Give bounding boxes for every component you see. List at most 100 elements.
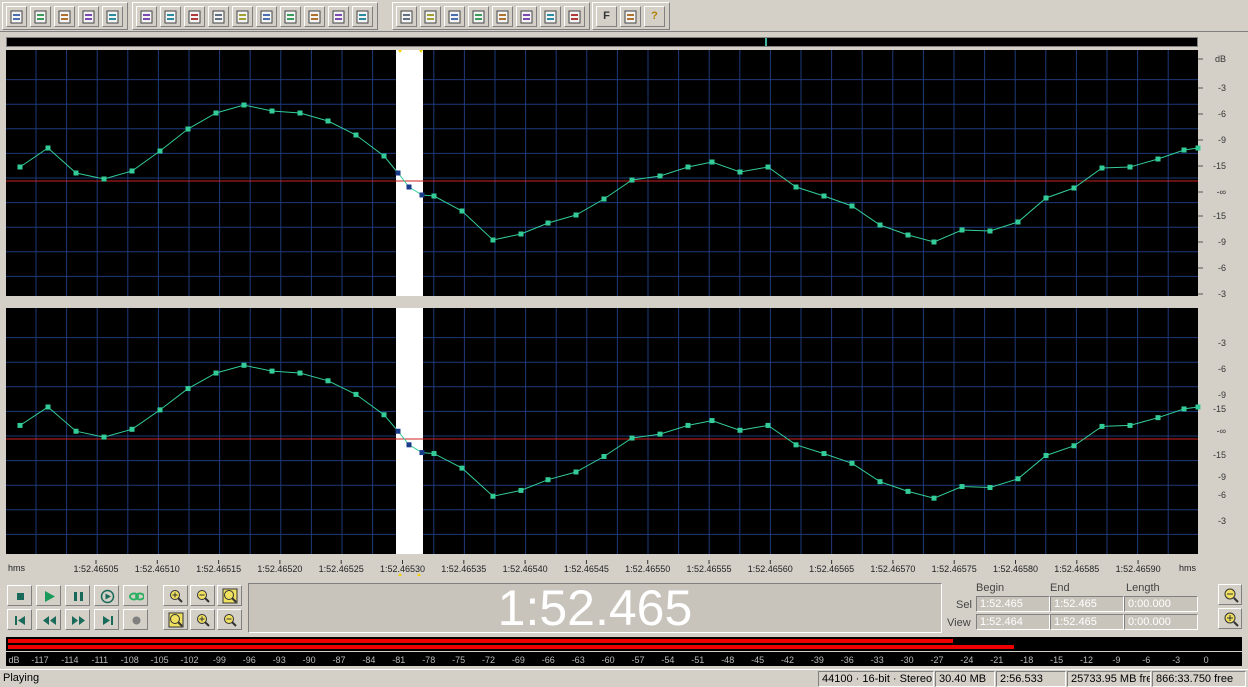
open-file-button[interactable]: [30, 6, 51, 27]
cut-button[interactable]: [256, 6, 277, 27]
record-button[interactable]: [123, 609, 148, 630]
zoom-selection-button[interactable]: [163, 609, 188, 630]
play-all-button[interactable]: [94, 585, 119, 606]
pause-button[interactable]: [65, 585, 90, 606]
sample-point[interactable]: [129, 426, 135, 432]
sample-point[interactable]: [406, 184, 412, 190]
sample-point[interactable]: [185, 126, 191, 132]
sample-point[interactable]: [73, 170, 79, 176]
stop-button[interactable]: [7, 585, 32, 606]
level-zoom-out-button[interactable]: [1218, 584, 1242, 605]
waveform-canvas[interactable]: dB -3 -6 -9 -15 -∞ -15 -9 -6 -3 -3 -6 -9 -15 -∞ -15 -9 -6…: [6, 50, 1247, 560]
sample-point[interactable]: [793, 184, 799, 190]
sample-point[interactable]: [17, 164, 23, 170]
sample-point[interactable]: [157, 407, 163, 413]
sample-point[interactable]: [459, 465, 465, 471]
sample-point[interactable]: [1071, 443, 1077, 449]
sample-point[interactable]: [959, 484, 965, 490]
sample-point[interactable]: [419, 192, 425, 198]
new-file-button[interactable]: [6, 6, 27, 27]
time-ruler[interactable]: hms hms 1:52.46505 1:52.46510 1:52.46515 1:52…: [6, 560, 1198, 576]
sample-point[interactable]: [1043, 452, 1049, 458]
repeat-button[interactable]: [184, 6, 205, 27]
go-start-button[interactable]: [7, 609, 32, 630]
sample-point[interactable]: [629, 435, 635, 441]
sample-point[interactable]: [987, 228, 993, 234]
sample-point[interactable]: [490, 493, 496, 499]
view-begin-field[interactable]: 1:52.464: [976, 614, 1050, 630]
sample-point[interactable]: [395, 428, 401, 434]
sample-point[interactable]: [1181, 147, 1187, 153]
save-all-button[interactable]: [102, 6, 123, 27]
sample-point[interactable]: [629, 177, 635, 183]
batch-button[interactable]: [208, 6, 229, 27]
sample-point[interactable]: [573, 469, 579, 475]
sample-point[interactable]: [406, 442, 412, 448]
sample-point[interactable]: [185, 386, 191, 392]
sample-point[interactable]: [545, 477, 551, 483]
sample-point[interactable]: [297, 110, 303, 116]
sample-point[interactable]: [905, 488, 911, 494]
sample-point[interactable]: [545, 220, 551, 226]
sample-point[interactable]: [821, 451, 827, 457]
sample-point[interactable]: [1043, 195, 1049, 201]
cd-button[interactable]: [516, 6, 537, 27]
sample-point[interactable]: [395, 170, 401, 176]
sample-point[interactable]: [765, 422, 771, 428]
sample-point[interactable]: [987, 485, 993, 490]
copy-button[interactable]: [232, 6, 253, 27]
fast-forward-button[interactable]: [65, 609, 90, 630]
sample-point[interactable]: [737, 169, 743, 175]
sample-point[interactable]: [431, 451, 437, 457]
sample-point[interactable]: [1155, 415, 1161, 421]
sample-point[interactable]: [419, 450, 425, 456]
sample-point[interactable]: [877, 222, 883, 228]
sample-point[interactable]: [1099, 423, 1105, 429]
sample-point[interactable]: [709, 418, 715, 424]
sample-point[interactable]: [325, 378, 331, 384]
cue-list-button[interactable]: [444, 6, 465, 27]
markers-button[interactable]: [492, 6, 513, 27]
sample-point[interactable]: [1195, 404, 1201, 410]
sample-point[interactable]: [101, 176, 107, 182]
sample-point[interactable]: [685, 164, 691, 170]
sample-point[interactable]: [157, 148, 163, 154]
playlist-button[interactable]: [468, 6, 489, 27]
favorites-button[interactable]: F: [596, 6, 617, 27]
sample-point[interactable]: [518, 231, 524, 237]
sample-point[interactable]: [213, 110, 219, 116]
sample-point[interactable]: [490, 237, 496, 243]
sample-point[interactable]: [737, 427, 743, 433]
mix-button[interactable]: [328, 6, 349, 27]
sample-point[interactable]: [657, 431, 663, 437]
sample-point[interactable]: [959, 227, 965, 233]
sample-point[interactable]: [765, 164, 771, 170]
sample-point[interactable]: [793, 442, 799, 448]
undo-button[interactable]: [136, 6, 157, 27]
sample-point[interactable]: [269, 368, 275, 374]
zoom-full-button[interactable]: [217, 585, 242, 606]
sample-point[interactable]: [17, 422, 23, 428]
loop-button[interactable]: [123, 585, 148, 606]
sample-point[interactable]: [381, 153, 387, 159]
zoom-out-vertical-button[interactable]: [217, 609, 242, 630]
sample-point[interactable]: [459, 208, 465, 214]
sample-point[interactable]: [45, 404, 51, 410]
sample-point[interactable]: [601, 196, 607, 202]
overview-bar[interactable]: [6, 37, 1198, 47]
sample-point[interactable]: [1127, 164, 1133, 170]
trim-button[interactable]: [352, 6, 373, 27]
sample-point[interactable]: [709, 159, 715, 165]
sample-point[interactable]: [1195, 145, 1201, 151]
overview-position-marker[interactable]: [765, 38, 767, 46]
sample-point[interactable]: [849, 460, 855, 466]
zoom-out-button[interactable]: [190, 585, 215, 606]
sample-point[interactable]: [905, 232, 911, 238]
play-button[interactable]: [36, 585, 61, 606]
sample-point[interactable]: [297, 370, 303, 376]
region-button[interactable]: [420, 6, 441, 27]
sample-point[interactable]: [877, 479, 883, 485]
view-end-field[interactable]: 1:52.465: [1050, 614, 1124, 630]
channel-2[interactable]: [6, 308, 1198, 554]
level-zoom-in-button[interactable]: [1218, 608, 1242, 629]
